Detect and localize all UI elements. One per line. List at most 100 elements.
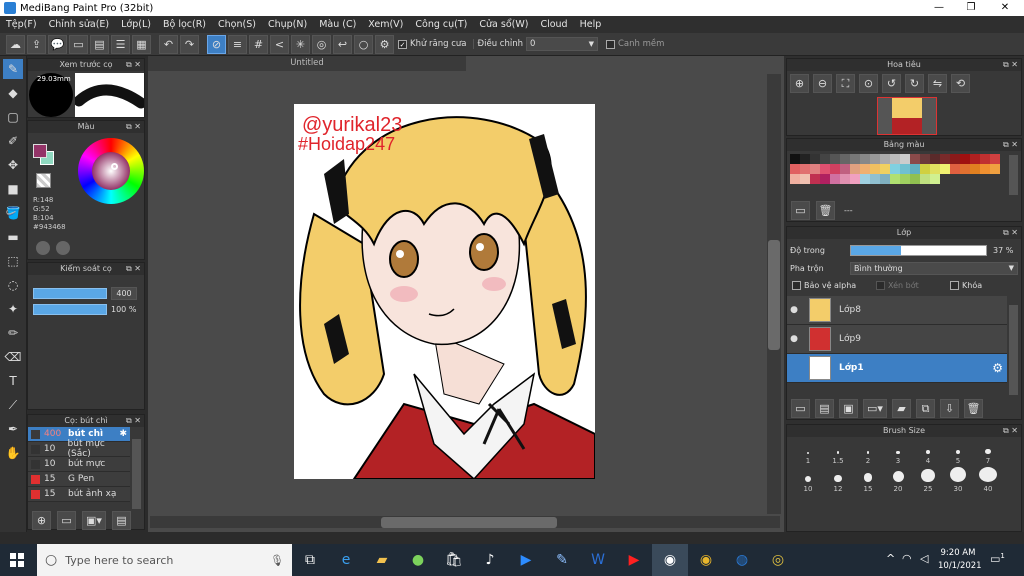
- palette-swatch[interactable]: [980, 154, 990, 164]
- palette-swatch[interactable]: [840, 174, 850, 184]
- brush-size-option[interactable]: 15: [853, 467, 883, 495]
- palette-swatch[interactable]: [800, 174, 810, 184]
- palette-swatch[interactable]: [830, 174, 840, 184]
- list-icon[interactable]: ☰: [111, 34, 130, 54]
- palette-scrollbar[interactable]: [1009, 155, 1018, 195]
- clipping-checkbox[interactable]: [876, 281, 885, 290]
- add-brush-icon[interactable]: ⊕: [32, 511, 51, 530]
- palette-swatch[interactable]: [790, 164, 800, 174]
- menu-snap[interactable]: Chụp(N): [262, 19, 313, 30]
- correction-select[interactable]: 0 ▼: [525, 37, 598, 51]
- palette-swatch[interactable]: [830, 164, 840, 174]
- delete-layer-icon[interactable]: 🗑: [964, 399, 983, 418]
- new-layer-icon[interactable]: ▭: [791, 399, 810, 418]
- palette-swatch[interactable]: [800, 154, 810, 164]
- flip-icon[interactable]: ⇋: [928, 74, 947, 93]
- menu-color[interactable]: Màu (C): [313, 19, 362, 30]
- brush-item[interactable]: 15 G Pen: [28, 472, 130, 487]
- delete-palette-icon[interactable]: 🗑: [816, 201, 835, 220]
- palette-swatch[interactable]: [980, 164, 990, 174]
- brush-settings-icon[interactable]: ▤: [112, 511, 131, 530]
- wifi-icon[interactable]: ◠: [902, 552, 912, 565]
- foreground-color-swatch[interactable]: [33, 144, 47, 158]
- circle-snap-icon[interactable]: ○: [354, 34, 373, 54]
- palette-swatch[interactable]: [830, 154, 840, 164]
- palette-swatch[interactable]: [820, 154, 830, 164]
- brush-size-slider[interactable]: [33, 288, 107, 299]
- fit-icon[interactable]: ⛶: [836, 74, 855, 93]
- select-pen-icon[interactable]: ✏: [3, 323, 23, 343]
- palette-swatch[interactable]: [900, 174, 910, 184]
- palette-swatch[interactable]: [920, 154, 930, 164]
- protect-alpha-checkbox[interactable]: [792, 281, 801, 290]
- new-layer-1bit-icon[interactable]: ▣: [839, 399, 858, 418]
- panel-close-icon[interactable]: ⧉ ✕: [126, 121, 141, 133]
- blend-mode-select[interactable]: Bình thường ▼: [850, 262, 1018, 275]
- transparent-swatch[interactable]: [36, 173, 51, 188]
- upload-icon[interactable]: ⇪: [27, 34, 46, 54]
- brush-size-option[interactable]: 1: [793, 439, 823, 467]
- cloud-icon[interactable]: ☁: [6, 34, 25, 54]
- chevron-up-icon[interactable]: ^: [886, 552, 895, 565]
- panel-close-icon[interactable]: ⧉ ✕: [1003, 227, 1018, 239]
- snap-soft-checkbox[interactable]: [605, 39, 615, 49]
- palette-swatch[interactable]: [950, 164, 960, 174]
- eraser-tool-icon[interactable]: ◆: [3, 83, 23, 103]
- palette-swatch[interactable]: [840, 154, 850, 164]
- comment-icon[interactable]: 💬: [48, 34, 67, 54]
- palette-swatch[interactable]: [940, 164, 950, 174]
- clock-time[interactable]: 9:20 AM: [938, 547, 978, 560]
- new-file-icon[interactable]: ▭: [69, 34, 88, 54]
- zoom-icon[interactable]: ▶: [508, 544, 544, 576]
- palette-swatch[interactable]: [860, 154, 870, 164]
- panel-close-icon[interactable]: ⧉ ✕: [126, 59, 141, 71]
- brush-size-option[interactable]: 3: [883, 439, 913, 467]
- curve-snap-icon[interactable]: ↩: [333, 34, 352, 54]
- menu-edit[interactable]: Chỉnh sửa(E): [43, 19, 116, 30]
- brush-size-option[interactable]: 1.5: [823, 439, 853, 467]
- select-eraser-icon[interactable]: ⌫: [3, 347, 23, 367]
- medibang-icon[interactable]: ◉: [652, 544, 688, 576]
- menu-layer[interactable]: Lớp(L): [115, 19, 157, 30]
- palette-swatch[interactable]: [880, 174, 890, 184]
- brush-size-value[interactable]: 400: [111, 287, 137, 300]
- folder-icon[interactable]: ▰: [892, 399, 911, 418]
- brush-size-option[interactable]: 30: [943, 467, 973, 495]
- add-palette-icon[interactable]: ▭: [791, 201, 810, 220]
- brush-size-option[interactable]: 2: [853, 439, 883, 467]
- minimize-button[interactable]: —: [922, 0, 956, 16]
- clock-date[interactable]: 10/1/2021: [938, 560, 982, 573]
- brush-item[interactable]: 10 bút mực: [28, 457, 130, 472]
- windows-start-icon[interactable]: [10, 553, 24, 567]
- palette-swatch[interactable]: [970, 154, 980, 164]
- eyedropper-icon[interactable]: ✒: [3, 419, 23, 439]
- panel-close-icon[interactable]: ⧉ ✕: [1003, 425, 1018, 437]
- photo-app-icon[interactable]: ●: [400, 544, 436, 576]
- actual-size-icon[interactable]: ⊙: [859, 74, 878, 93]
- palette-swatch[interactable]: [960, 164, 970, 174]
- file-explorer-icon[interactable]: ▰: [364, 544, 400, 576]
- merge-layer-icon[interactable]: ⇩: [940, 399, 959, 418]
- eye-icon[interactable]: ●: [787, 334, 801, 344]
- magic-wand-icon[interactable]: ✦: [3, 299, 23, 319]
- cross-snap-icon[interactable]: #: [249, 34, 268, 54]
- move-tool-icon[interactable]: ✥: [3, 155, 23, 175]
- palette-swatch[interactable]: [900, 164, 910, 174]
- menu-help[interactable]: Help: [574, 19, 608, 30]
- notification-icon[interactable]: ▭1: [990, 552, 1005, 566]
- layer-row[interactable]: Lớp1 ⚙: [787, 354, 1007, 383]
- brush-opacity-value[interactable]: 100 %: [111, 305, 136, 314]
- palette-swatch[interactable]: [820, 164, 830, 174]
- palette-swatch[interactable]: [850, 174, 860, 184]
- gear-icon[interactable]: ⚙: [992, 361, 1003, 375]
- navigator-thumbnail[interactable]: [877, 97, 937, 135]
- parallel-snap-icon[interactable]: ≡: [228, 34, 247, 54]
- palette-swatch[interactable]: [890, 154, 900, 164]
- add-palette-icon[interactable]: [36, 241, 50, 255]
- palette-swatch[interactable]: [970, 164, 980, 174]
- brush-size-option[interactable]: 5: [943, 439, 973, 467]
- color-wheel[interactable]: [78, 138, 144, 204]
- palette-swatch[interactable]: [930, 154, 940, 164]
- palette-swatch[interactable]: [900, 154, 910, 164]
- brush-size-option[interactable]: 10: [793, 467, 823, 495]
